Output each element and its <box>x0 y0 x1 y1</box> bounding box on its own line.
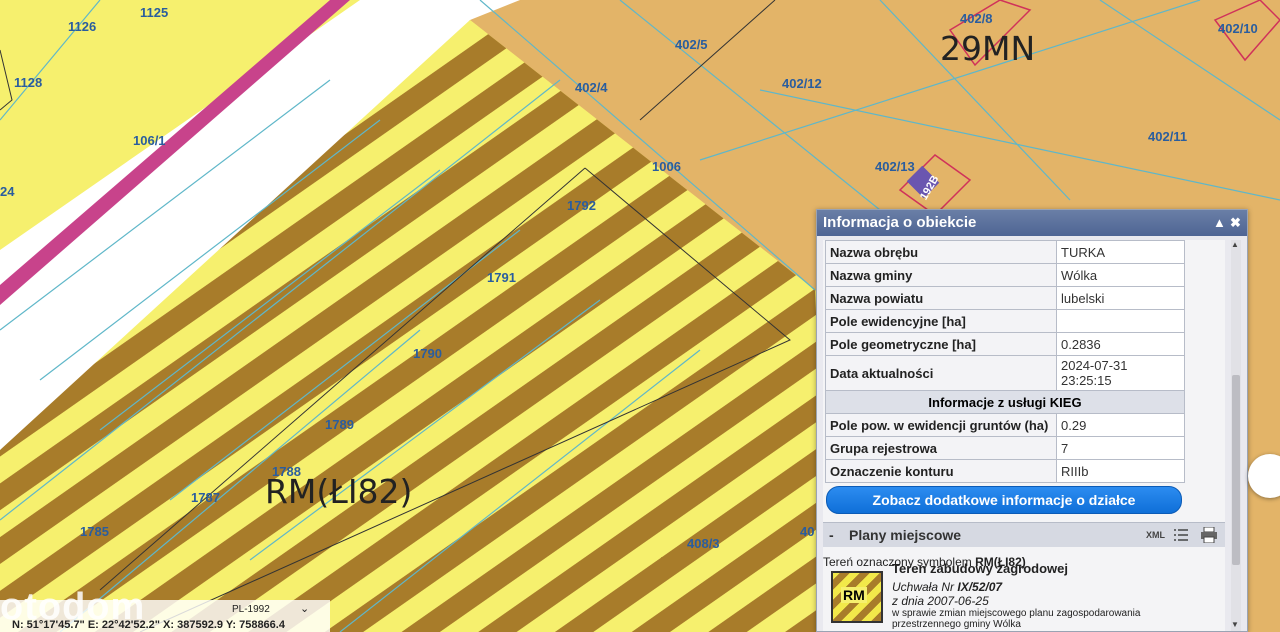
table-row: Grupa rejestrowa 7 <box>825 436 1185 460</box>
parcel-info-table: Nazwa obrębu TURKA Nazwa gminy Wólka Nazwa… <box>825 240 1185 483</box>
collapse-icon[interactable]: ▲ <box>1213 210 1226 236</box>
kieg-header: Informacje z usługi KIEG <box>825 390 1185 414</box>
rm-icon-label: RM <box>841 587 867 603</box>
row-key: Pole geometryczne [ha] <box>825 332 1057 356</box>
row-value: 0.2836 <box>1056 332 1185 356</box>
row-key: Nazwa gminy <box>825 263 1057 287</box>
parcel-label: 402/4 <box>575 80 608 95</box>
table-row: Data aktualności 2024-07-31 23:25:15 <box>825 355 1185 391</box>
building-label: 192B <box>918 173 942 202</box>
cursor-coordinates: N: 51°17'45.7" E: 22°42'52.2" X: 387592.… <box>12 619 285 631</box>
parcel-label: 1126 <box>68 19 96 34</box>
resolution-prefix: Uchwała Nr <box>892 580 958 594</box>
scroll-down-icon[interactable]: ▼ <box>1231 620 1239 629</box>
scroll-up-icon[interactable]: ▲ <box>1231 240 1239 249</box>
xml-export-button[interactable]: XML <box>1146 523 1165 547</box>
row-key: Nazwa obrębu <box>825 240 1057 264</box>
parcel-label: 106/1 <box>133 133 166 148</box>
table-row: Pole ewidencyjne [ha] <box>825 309 1185 333</box>
table-row: Nazwa gminy Wólka <box>825 263 1185 287</box>
parcel-label: 1790 <box>413 346 442 361</box>
row-value: RIIIb <box>1056 459 1185 483</box>
list-icon[interactable] <box>1174 528 1188 542</box>
table-row: Pole geometryczne [ha] 0.2836 <box>825 332 1185 356</box>
row-key: Grupa rejestrowa <box>825 436 1057 460</box>
parcel-label: 402/12 <box>782 76 822 91</box>
plan-description: w sprawie zmian miejscowego planu zagosp… <box>892 608 1141 619</box>
parcel-label: 24 <box>0 184 15 199</box>
plan-details: Teren zabudowy zagrodowej Uchwała Nr IX/… <box>892 561 1141 631</box>
panel-scrollbar[interactable]: ▲ ▼ <box>1231 240 1241 631</box>
row-value: Wólka <box>1056 263 1185 287</box>
row-value: 7 <box>1056 436 1185 460</box>
object-info-panel: Informacja o obiekcie ▲ ✖ Nazwa obrębu TU… <box>816 209 1248 632</box>
table-row: Nazwa powiatu lubelski <box>825 286 1185 310</box>
table-row: Oznaczenie konturu RIIIb <box>825 459 1185 483</box>
zone-label-29mn: 29MN <box>940 29 1035 68</box>
table-row: Nazwa obrębu TURKA <box>825 240 1185 264</box>
collapse-section-icon[interactable]: - <box>829 523 834 547</box>
zone-label-rm: RM(ŁI82) <box>265 472 412 511</box>
resolution-number: IX/52/07 <box>957 580 1003 594</box>
plan-description: przestrzennego gminy Wólka <box>892 619 1021 630</box>
table-row: Pole pow. w ewidencji gruntów (ha) 0.29 <box>825 413 1185 437</box>
close-icon[interactable]: ✖ <box>1230 210 1241 236</box>
row-key: Pole ewidencyjne [ha] <box>825 309 1057 333</box>
resolution-line: Uchwała Nr IX/52/07 <box>892 580 1140 594</box>
panel-title-bar[interactable]: Informacja o obiekcie ▲ ✖ <box>817 210 1247 236</box>
row-value: lubelski <box>1056 286 1185 310</box>
parcel-label: 408/3 <box>687 536 720 551</box>
parcel-label: 1792 <box>567 198 596 213</box>
row-key: Pole pow. w ewidencji gruntów (ha) <box>825 413 1057 437</box>
parcel-label: 402/5 <box>675 37 708 52</box>
parcel-label: 1789 <box>325 417 354 432</box>
parcel-label: 1791 <box>487 270 516 285</box>
parcel-label: 1125 <box>140 5 168 20</box>
more-info-button[interactable]: Zobacz dodatkowe informacje o działce <box>826 486 1182 514</box>
resolution-date: z dnia 2007-06-25 <box>892 594 989 608</box>
row-value: TURKA <box>1056 240 1185 264</box>
parcel-label: 1785 <box>80 524 109 539</box>
parcel-label: 1128 <box>14 75 42 90</box>
crs-select[interactable]: PL-1992 <box>232 604 270 615</box>
coordinates-bar: PL-1992 ⌄ N: 51°17'45.7" E: 22°42'52.2" … <box>0 600 330 632</box>
chevron-down-icon[interactable]: ⌄ <box>300 602 309 615</box>
row-key: Nazwa powiatu <box>825 286 1057 310</box>
parcel-label: 40 <box>800 524 814 539</box>
local-plans-title: Plany miejscowe <box>849 527 962 543</box>
row-value <box>1056 309 1185 333</box>
parcel-label: 402/10 <box>1218 21 1258 36</box>
parcel-label: 402/11 <box>1148 129 1187 144</box>
panel-body: Nazwa obrębu TURKA Nazwa gminy Wólka Nazwa… <box>823 240 1225 631</box>
rm-zone-symbol-icon: RM <box>831 571 883 623</box>
plan-name: Teren zabudowy zagrodowej <box>892 561 1069 576</box>
scrollbar-thumb[interactable] <box>1232 375 1240 565</box>
row-value: 0.29 <box>1056 413 1185 437</box>
print-icon[interactable] <box>1200 527 1218 543</box>
table-section-row: Informacje z usługi KIEG <box>825 390 1185 414</box>
local-plans-header[interactable]: - Plany miejscowe XML <box>823 522 1225 547</box>
parcel-label: 1787 <box>191 490 220 505</box>
row-value: 2024-07-31 23:25:15 <box>1056 355 1185 391</box>
parcel-label: 402/8 <box>960 11 993 26</box>
row-key: Data aktualności <box>825 355 1057 391</box>
row-key: Oznaczenie konturu <box>825 459 1057 483</box>
parcel-label: 402/13 <box>875 159 915 174</box>
panel-title: Informacja o obiekcie <box>823 214 977 231</box>
parcel-label: 1006 <box>652 159 681 174</box>
